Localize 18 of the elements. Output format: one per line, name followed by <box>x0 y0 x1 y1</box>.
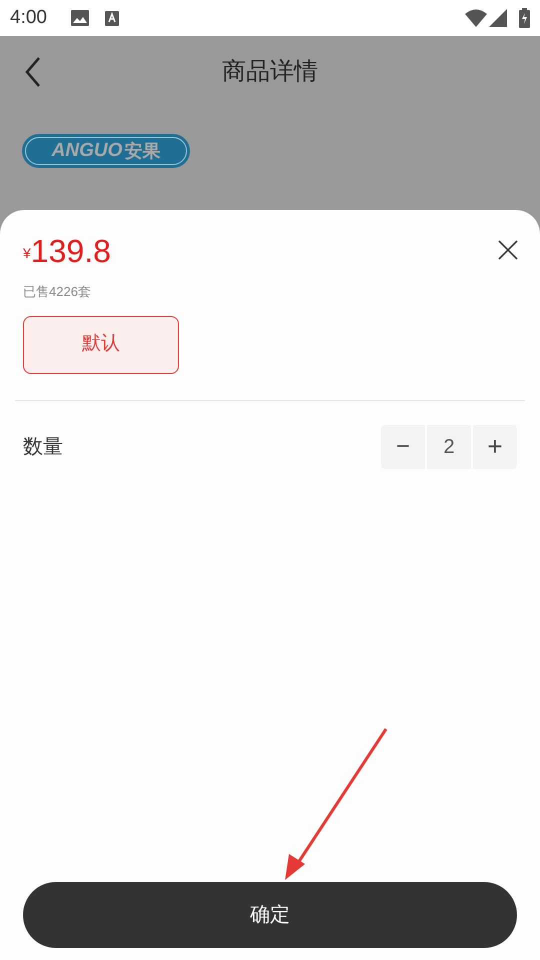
increase-button[interactable]: + <box>473 424 517 468</box>
sold-count: 已售4226套 <box>23 283 92 301</box>
page-title: 商品详情 <box>222 57 318 87</box>
option-chip[interactable]: 默认 <box>23 316 179 374</box>
quantity-value: 2 <box>427 424 471 468</box>
currency-symbol: ¥ <box>23 244 31 263</box>
quantity-label: 数量 <box>23 434 63 460</box>
image-icon <box>70 10 89 26</box>
status-time: 4:00 <box>10 6 47 30</box>
battery-icon <box>519 8 530 28</box>
price: 139.8 <box>30 232 111 270</box>
close-button[interactable] <box>498 240 518 260</box>
wifi-icon <box>465 9 487 27</box>
font-icon <box>104 10 119 26</box>
brand-logo: ANGUO安果 <box>22 134 190 168</box>
signal-icon <box>489 9 507 27</box>
confirm-button[interactable]: 确定 <box>23 882 517 948</box>
decrease-button[interactable]: − <box>381 424 425 468</box>
